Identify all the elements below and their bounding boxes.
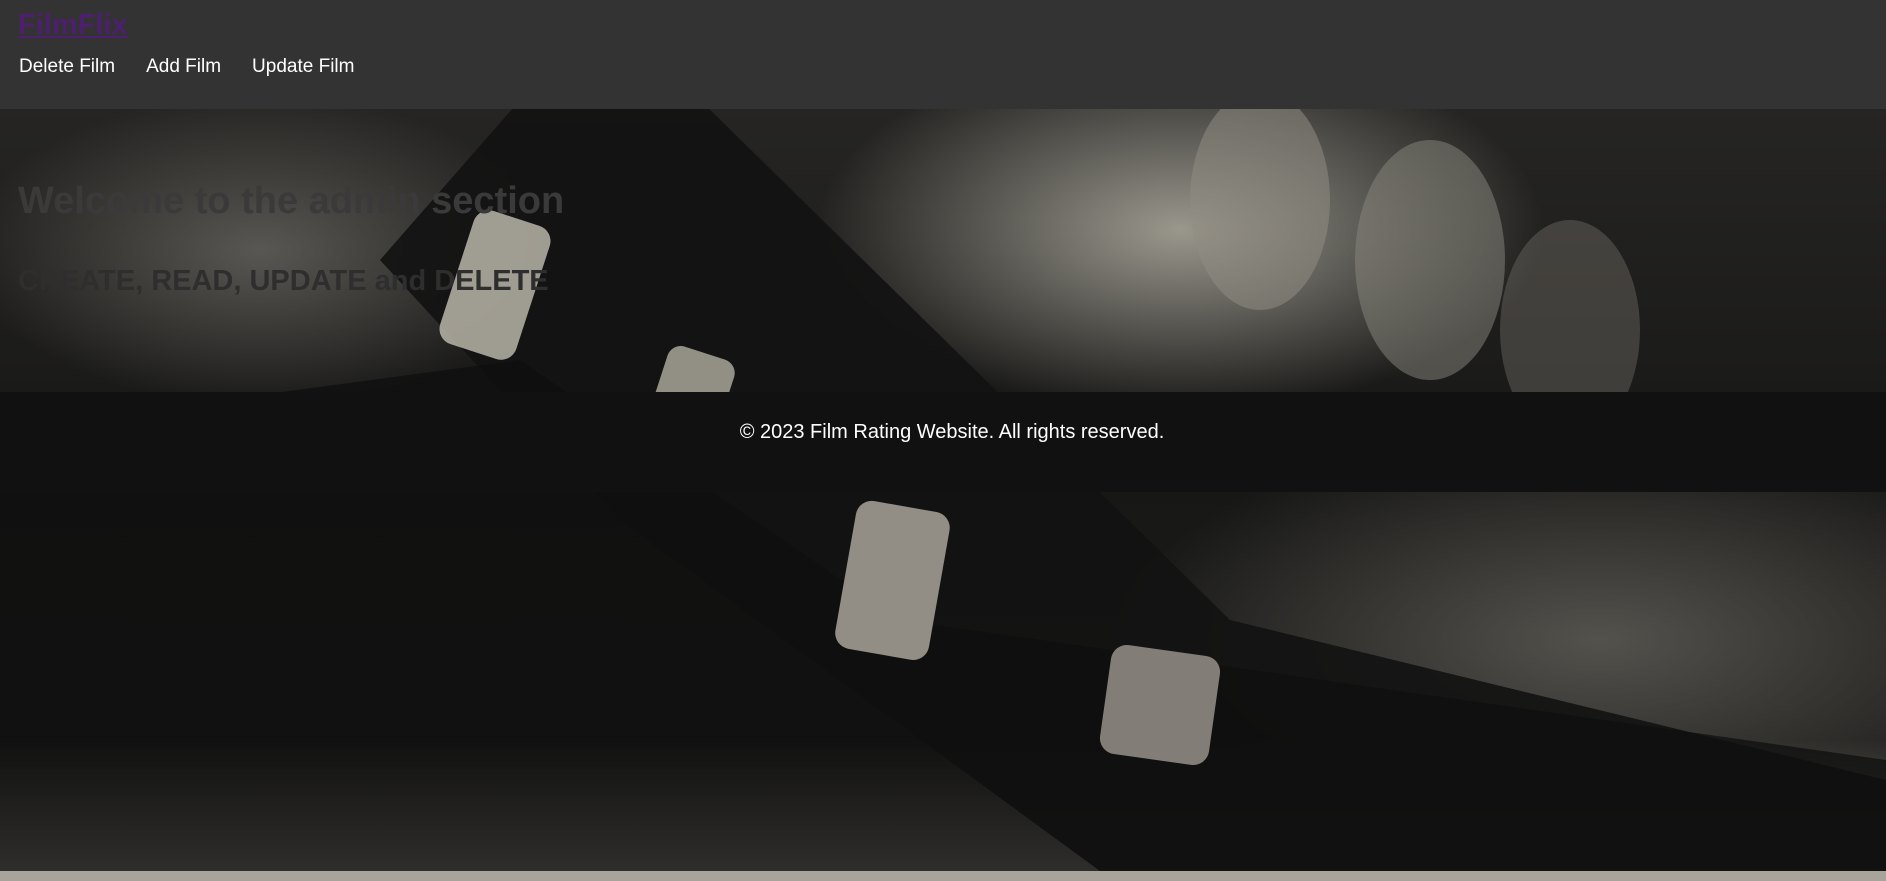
brand-link[interactable]: FilmFlix	[18, 9, 128, 42]
page-title: Welcome to the admin section	[18, 180, 565, 222]
nav-update-film[interactable]: Update Film	[252, 56, 354, 78]
footer: © 2023 Film Rating Website. All rights r…	[0, 392, 1886, 492]
nav-links: Delete Film Add Film Update Film	[19, 56, 385, 78]
top-navbar: FilmFlix Delete Film Add Film Update Fil…	[0, 0, 1886, 109]
bottom-strip	[0, 871, 1886, 881]
footer-copyright: © 2023 Film Rating Website. All rights r…	[739, 421, 1165, 443]
hero-section: Welcome to the admin section CREATE, REA…	[18, 180, 564, 298]
nav-delete-film[interactable]: Delete Film	[19, 56, 115, 78]
page-subtitle: CREATE, READ, UPDATE and DELETE	[18, 265, 549, 297]
nav-add-film[interactable]: Add Film	[146, 56, 221, 78]
